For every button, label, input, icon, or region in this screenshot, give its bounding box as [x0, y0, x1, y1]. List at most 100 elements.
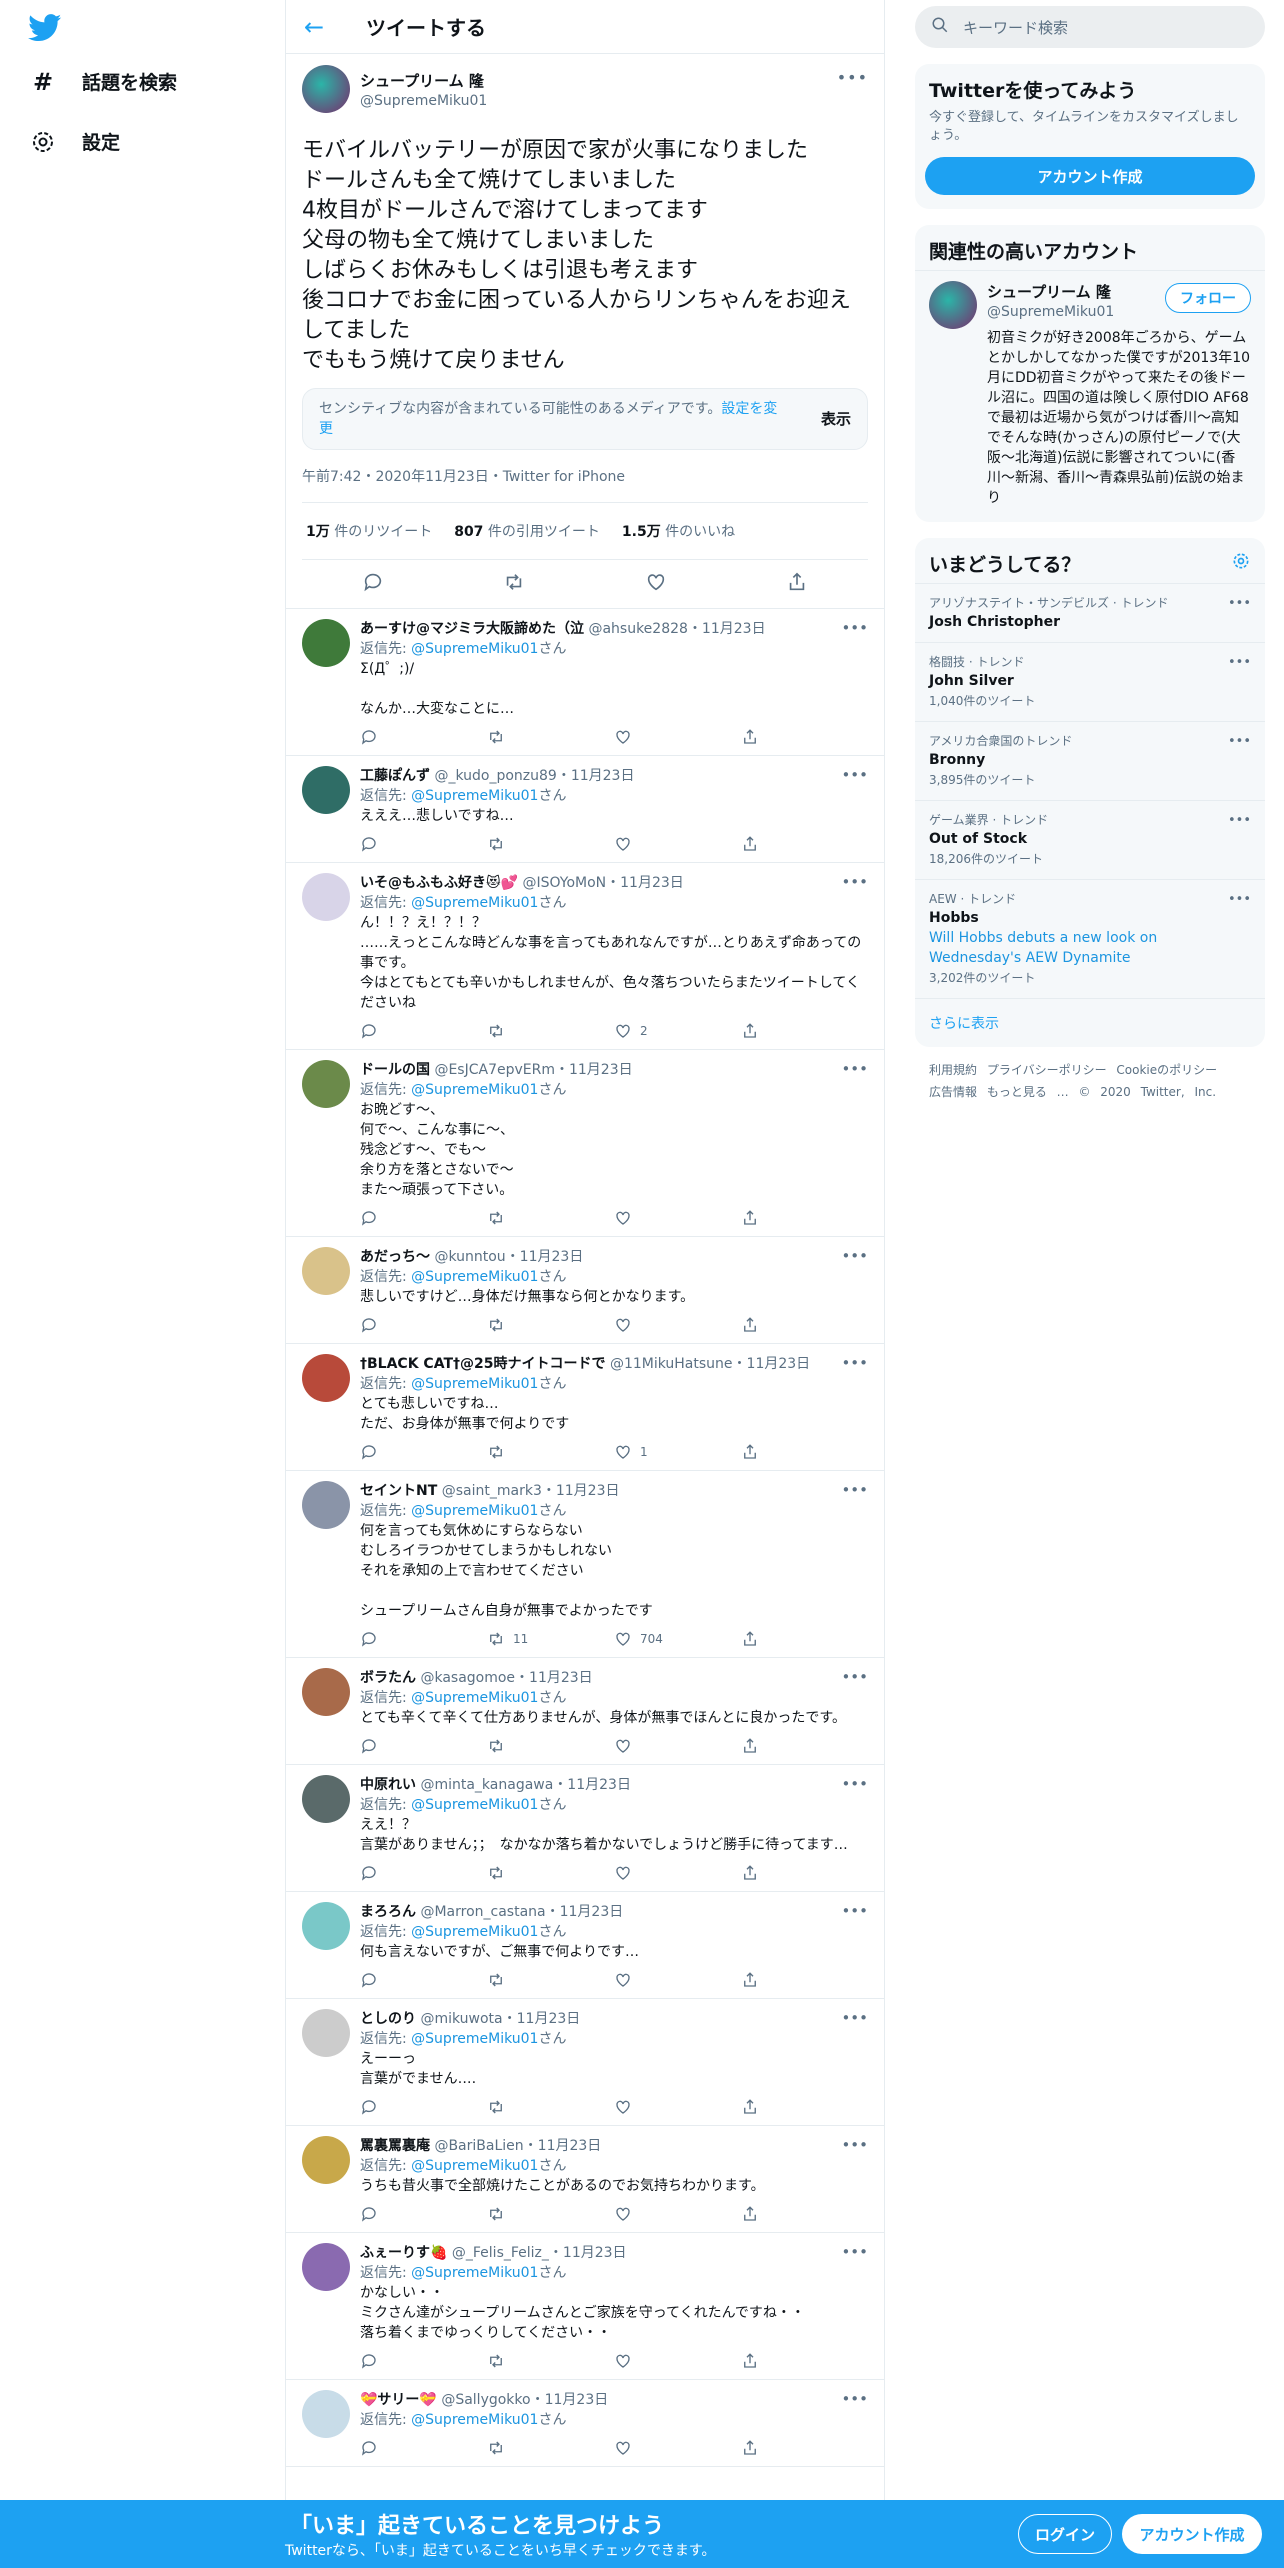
retweet-icon[interactable]	[487, 728, 614, 746]
share-icon[interactable]	[741, 2098, 868, 2116]
retweet-icon[interactable]	[487, 2098, 614, 2116]
like-count[interactable]: 1.5万 件のいいね	[622, 521, 735, 541]
reply-icon[interactable]	[360, 1737, 487, 1755]
trend-description[interactable]: Will Hobbs debuts a new look on Wednesda…	[929, 928, 1251, 968]
avatar[interactable]	[302, 2390, 350, 2438]
trend-item[interactable]: ••• ゲーム業界 · トレンド Out of Stock 18,206件のツイート	[915, 800, 1265, 879]
reply-tweet[interactable]: ••• 💝サリー💝 @Sallygokko・11月23日 返信先: @Supreme…	[286, 2380, 884, 2467]
author-name[interactable]: シュープリーム 隆	[360, 70, 487, 91]
reply-date[interactable]: ・11月23日	[515, 1670, 593, 1686]
reply-author-name[interactable]: ドールの国	[360, 1062, 430, 1078]
twitter-logo-icon[interactable]	[28, 14, 62, 42]
reply-icon[interactable]	[360, 1864, 487, 1882]
reply-author-handle[interactable]: @mikuwota	[420, 2011, 502, 2027]
reply-tweet[interactable]: ••• あだっち～ @kunntou・11月23日 返信先: @SupremeMik…	[286, 1237, 884, 1344]
avatar[interactable]	[302, 1247, 350, 1295]
trend-item[interactable]: ••• アリゾナステイト・サンデビルズ · トレンド Josh Christophe…	[915, 583, 1265, 642]
follow-button[interactable]: フォロー	[1165, 283, 1251, 313]
reply-date[interactable]: ・11月23日	[524, 2138, 602, 2154]
footer-line-1[interactable]: 利用規約 プライバシーポリシー Cookieのポリシー	[929, 1059, 1251, 1081]
reply-author-handle[interactable]: @BariBaLien	[434, 2138, 523, 2154]
reply-tweet[interactable]: ••• †BLACK CAT†@25時ナイトコードで @11MikuHatsune…	[286, 1344, 884, 1471]
like-icon[interactable]: 1	[614, 1443, 741, 1461]
reply-tweet[interactable]: ••• まろろん @Marron_castana・11月23日 返信先: @Supr…	[286, 1892, 884, 1999]
reply-author-handle[interactable]: @_kudo_ponzu89	[434, 768, 556, 784]
reply-tweet[interactable]: ••• 中原れい @minta_kanagawa・11月23日 返信先: @Supr…	[286, 1765, 884, 1892]
retweet-icon[interactable]	[487, 1971, 614, 1989]
more-icon[interactable]: •••	[1228, 813, 1251, 828]
back-arrow-icon[interactable]: ←	[304, 13, 344, 41]
reply-date[interactable]: ・11月23日	[549, 2245, 627, 2261]
reply-date[interactable]: ・11月23日	[531, 2392, 609, 2408]
reply-tweet[interactable]: ••• 罵裏罵裏庵 @BariBaLien・11月23日 返信先: @Supreme…	[286, 2126, 884, 2233]
avatar[interactable]	[302, 1775, 350, 1823]
share-icon[interactable]	[741, 835, 868, 853]
avatar[interactable]	[302, 2136, 350, 2184]
more-icon[interactable]: •••	[841, 2136, 868, 2154]
retweet-icon[interactable]: 11	[487, 1630, 614, 1648]
reply-to-handle[interactable]: @SupremeMiku01	[411, 788, 538, 804]
share-icon[interactable]	[741, 1443, 868, 1461]
reply-icon[interactable]	[362, 571, 384, 597]
more-icon[interactable]: •••	[841, 766, 868, 784]
trend-item[interactable]: ••• 格闘技 · トレンド John Silver 1,040件のツイート	[915, 642, 1265, 721]
reply-author-handle[interactable]: @kasagomoe	[420, 1670, 515, 1686]
share-icon[interactable]	[741, 1737, 868, 1755]
reply-to-handle[interactable]: @SupremeMiku01	[411, 2265, 538, 2281]
reply-author-handle[interactable]: @EsJCA7epvERm	[434, 1062, 555, 1078]
like-icon[interactable]	[614, 2352, 741, 2370]
reply-author-name[interactable]: あーすけ@マジミラ大阪諦めた（泣	[360, 621, 584, 637]
like-icon[interactable]	[614, 1737, 741, 1755]
reply-tweet[interactable]: ••• としのり @mikuwota・11月23日 返信先: @SupremeMik…	[286, 1999, 884, 2126]
author-handle[interactable]: @SupremeMiku01	[360, 93, 487, 109]
reply-date[interactable]: ・11月23日	[506, 1249, 584, 1265]
retweet-icon[interactable]	[487, 835, 614, 853]
more-icon[interactable]: •••	[841, 2243, 868, 2261]
reply-author-name[interactable]: †BLACK CAT†@25時ナイトコードで	[360, 1356, 605, 1372]
reply-date[interactable]: ・11月23日	[688, 621, 766, 637]
share-icon[interactable]	[741, 2439, 868, 2457]
reply-to-handle[interactable]: @SupremeMiku01	[411, 1269, 538, 1285]
reply-author-name[interactable]: 工藤ぽんず	[360, 768, 430, 784]
banner-signup-button[interactable]: アカウント作成	[1122, 2514, 1262, 2554]
show-media-button[interactable]: 表示	[821, 409, 851, 429]
avatar[interactable]	[302, 2009, 350, 2057]
reply-to-handle[interactable]: @SupremeMiku01	[411, 641, 538, 657]
reply-to-handle[interactable]: @SupremeMiku01	[411, 2412, 538, 2428]
more-icon[interactable]: •••	[1228, 596, 1251, 611]
like-icon[interactable]	[614, 2205, 741, 2223]
avatar[interactable]	[302, 1668, 350, 1716]
search-input[interactable]: キーワード検索	[915, 6, 1265, 48]
reply-tweet[interactable]: ••• あーすけ@マジミラ大阪諦めた（泣 @ahsuke2828・11月23日 返信…	[286, 609, 884, 756]
reply-author-name[interactable]: 罵裏罵裏庵	[360, 2138, 430, 2154]
more-icon[interactable]: •••	[841, 619, 868, 637]
nav-settings[interactable]: 設定	[30, 128, 120, 155]
reply-icon[interactable]	[360, 1209, 487, 1227]
retweet-icon[interactable]	[487, 1022, 614, 1040]
reply-author-handle[interactable]: @ISOYoMoN	[522, 875, 606, 891]
more-icon[interactable]: •••	[841, 1247, 868, 1265]
retweet-icon[interactable]	[503, 571, 525, 597]
avatar[interactable]	[302, 619, 350, 667]
reply-icon[interactable]	[360, 1443, 487, 1461]
share-icon[interactable]	[741, 1209, 868, 1227]
reply-to-handle[interactable]: @SupremeMiku01	[411, 895, 538, 911]
reply-date[interactable]: ・11月23日	[606, 875, 684, 891]
reply-date[interactable]: ・11月23日	[503, 2011, 581, 2027]
reply-date[interactable]: ・11月23日	[555, 1062, 633, 1078]
reply-date[interactable]: ・11月23日	[542, 1483, 620, 1499]
reply-author-handle[interactable]: @11MikuHatsune	[610, 1356, 733, 1372]
reply-icon[interactable]	[360, 1022, 487, 1040]
settings-gear-icon[interactable]	[1231, 551, 1251, 576]
like-icon[interactable]	[614, 728, 741, 746]
reply-to-handle[interactable]: @SupremeMiku01	[411, 1924, 538, 1940]
more-icon[interactable]: •••	[1228, 734, 1251, 749]
reply-author-name[interactable]: セイントNT	[360, 1483, 437, 1499]
footer-line-2[interactable]: 広告情報 もっと見る … © 2020 Twitter, Inc.	[929, 1081, 1251, 1103]
reply-to-handle[interactable]: @SupremeMiku01	[411, 1376, 538, 1392]
avatar[interactable]	[302, 1481, 350, 1529]
share-icon[interactable]	[741, 2352, 868, 2370]
reply-icon[interactable]	[360, 1316, 487, 1334]
reply-icon[interactable]	[360, 2205, 487, 2223]
quote-count[interactable]: 807 件の引用ツイート	[454, 521, 600, 541]
